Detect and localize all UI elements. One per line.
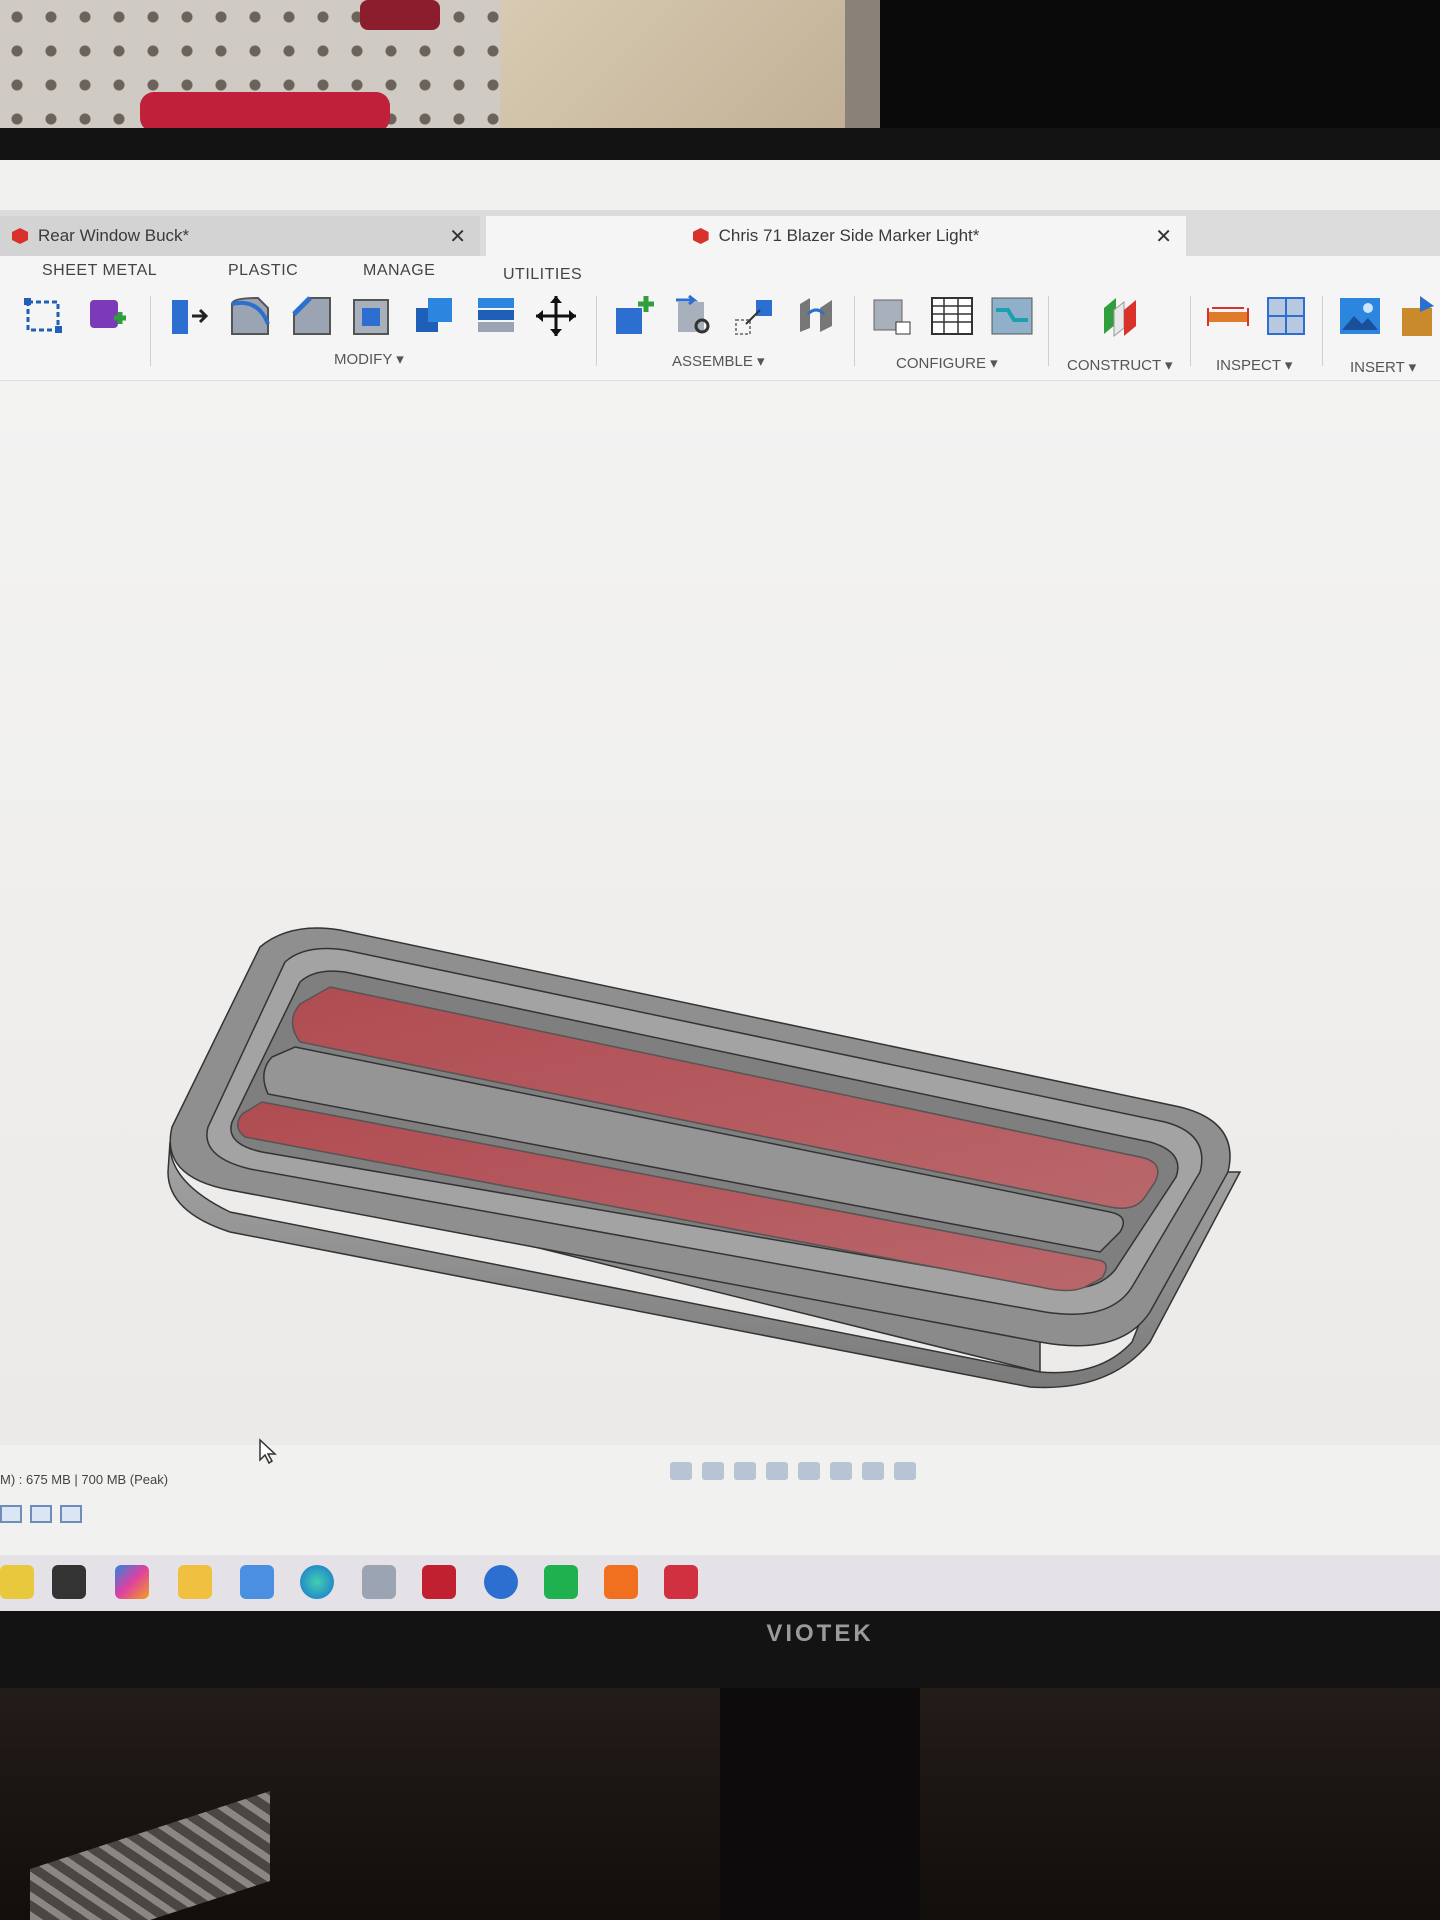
configuration-rules-icon[interactable] (990, 294, 1034, 338)
monitor-brand-logo: VIOTEK (766, 1620, 874, 1647)
app-icon[interactable] (664, 1565, 698, 1599)
mouse-cursor-icon (259, 1438, 277, 1464)
design-cube-icon (12, 228, 28, 244)
frame-post (845, 0, 885, 140)
app-icon[interactable] (544, 1565, 578, 1599)
task-view-icon[interactable] (52, 1565, 86, 1599)
tab-manage[interactable]: MANAGE (363, 262, 435, 280)
sketch-rectangle-icon[interactable] (22, 294, 66, 338)
toolbar: MODIFY ▾ ASSEMBLE ▾ CONFIGURE ▾ CONSTRUC… (0, 286, 1440, 381)
configuration-table-icon[interactable] (930, 294, 974, 338)
timeline-feature[interactable] (0, 1505, 22, 1523)
app-icon[interactable] (484, 1565, 518, 1599)
offset-plane-icon[interactable] (1098, 294, 1142, 338)
construct-menu[interactable]: CONSTRUCT ▾ (1067, 356, 1173, 374)
grid-settings-icon[interactable] (862, 1462, 884, 1480)
navigation-bar (670, 1462, 916, 1480)
copilot-icon[interactable] (115, 1565, 149, 1599)
shell-icon[interactable] (350, 294, 394, 338)
timeline-feature[interactable] (60, 1505, 82, 1523)
viewports-icon[interactable] (894, 1462, 916, 1480)
store-icon[interactable] (240, 1565, 274, 1599)
screen: Rear Window Buck* ✕ Chris 71 Blazer Side… (0, 160, 1440, 1555)
monitor-stand (720, 1688, 920, 1920)
look-at-icon[interactable] (702, 1462, 724, 1480)
assemble-menu[interactable]: ASSEMBLE ▾ (672, 352, 765, 370)
move-icon[interactable] (534, 294, 578, 338)
tab-label: Chris 71 Blazer Side Marker Light* (718, 226, 980, 245)
press-pull-icon[interactable] (166, 294, 210, 338)
close-icon[interactable]: ✕ (449, 224, 466, 249)
stucco-wall (500, 0, 880, 140)
new-component-icon[interactable] (612, 294, 656, 338)
workspace-tabs: SHEET METAL PLASTIC MANAGE UTILITIES (0, 256, 1440, 286)
widgets-icon[interactable] (0, 1565, 34, 1599)
insert-menu[interactable]: INSERT ▾ (1350, 358, 1416, 376)
edge-icon[interactable] (300, 1565, 334, 1599)
insert-image-icon[interactable] (1338, 294, 1382, 338)
toolbar-divider (1190, 296, 1191, 366)
fillet-icon[interactable] (228, 294, 272, 338)
combine-icon[interactable] (412, 294, 456, 338)
tab-plastic[interactable]: PLASTIC (228, 262, 298, 280)
display-settings-icon[interactable] (830, 1462, 852, 1480)
toolbar-divider (150, 296, 151, 366)
measure-icon[interactable] (1206, 294, 1250, 338)
toolbar-divider (596, 296, 597, 366)
close-icon[interactable]: ✕ (1155, 224, 1172, 249)
toolbar-divider (1048, 296, 1049, 366)
configure-component-icon[interactable] (870, 294, 914, 338)
app-icon[interactable] (422, 1565, 456, 1599)
file-explorer-icon[interactable] (178, 1565, 212, 1599)
memory-status: M) : 675 MB | 700 MB (Peak) (0, 1472, 169, 1487)
offset-face-icon[interactable] (474, 294, 518, 338)
joint-icon[interactable] (672, 294, 716, 338)
motion-link-icon[interactable] (794, 294, 838, 338)
fit-icon[interactable] (798, 1462, 820, 1480)
side-marker-light-model (167, 927, 1242, 1389)
pan-icon[interactable] (734, 1462, 756, 1480)
configure-menu[interactable]: CONFIGURE ▾ (896, 354, 998, 372)
inspect-menu[interactable]: INSPECT ▾ (1216, 356, 1292, 374)
document-tab-bar: Rear Window Buck* ✕ Chris 71 Blazer Side… (0, 210, 1440, 256)
orbit-icon[interactable] (670, 1462, 692, 1480)
timeline-feature[interactable] (30, 1505, 52, 1523)
toolbar-divider (854, 296, 855, 366)
tab-rear-window-buck[interactable]: Rear Window Buck* ✕ (0, 216, 480, 256)
create-form-icon[interactable] (86, 294, 130, 338)
fusion-app-icon[interactable] (604, 1565, 638, 1599)
design-cube-icon (692, 228, 709, 244)
red-object-top (360, 0, 440, 30)
chamfer-icon[interactable] (290, 294, 334, 338)
toolbar-divider (1322, 296, 1323, 366)
tab-utilities[interactable]: UTILITIES (503, 266, 582, 284)
windows-taskbar (0, 1555, 1440, 1611)
as-built-joint-icon[interactable] (732, 294, 776, 338)
tab-sheet-metal[interactable]: SHEET METAL (42, 262, 157, 280)
zoom-icon[interactable] (766, 1462, 788, 1480)
timeline (0, 1505, 82, 1523)
insert-mesh-icon[interactable] (1396, 294, 1440, 338)
tab-label: Rear Window Buck* (38, 226, 190, 245)
tab-side-marker-light[interactable]: Chris 71 Blazer Side Marker Light* ✕ (486, 216, 1186, 256)
canvas-viewport[interactable] (0, 382, 1440, 1464)
photo-scene: Rear Window Buck* ✕ Chris 71 Blazer Side… (0, 0, 1440, 1920)
modify-menu[interactable]: MODIFY ▾ (334, 350, 404, 368)
red-object (140, 92, 390, 132)
section-analysis-icon[interactable] (1264, 294, 1308, 338)
app-icon[interactable] (362, 1565, 396, 1599)
